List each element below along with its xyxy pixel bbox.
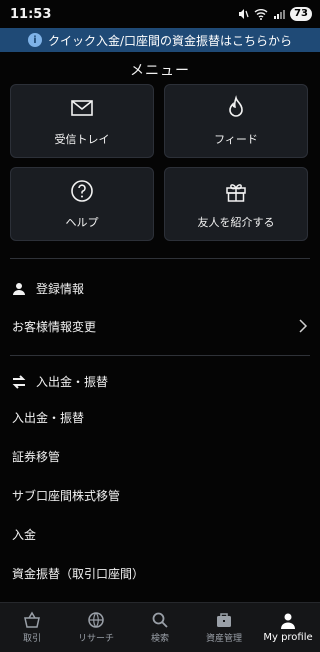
status-bar: 11:53 73 [0, 0, 320, 28]
tab-label: 資産管理 [205, 634, 242, 644]
signal-icon [274, 10, 286, 19]
tab-label: My profile [263, 632, 313, 643]
menu-item-label: 証券移管 [12, 449, 61, 464]
status-time: 11:53 [10, 6, 52, 22]
tile-help-label: ヘルプ [65, 216, 99, 229]
menu-item-securities-transfer[interactable]: 証券移管 [0, 438, 320, 474]
tile-feed[interactable]: フィード [164, 84, 308, 158]
tile-help[interactable]: ヘルプ [10, 167, 154, 241]
page-title: メニュー [130, 63, 190, 79]
mail-icon [71, 100, 93, 116]
person-icon [281, 613, 295, 629]
banner-text: クイック入金/口座間の資金振替はこちらから [47, 33, 293, 48]
status-icons: 73 [237, 7, 312, 21]
menu-item-deposit[interactable]: 入金 [0, 516, 320, 552]
globe-icon [88, 612, 104, 628]
bottom-tab-bar: 取引 リサーチ 検索 資産管理 My profile [0, 602, 320, 652]
menu-item-deposit-withdraw-transfer[interactable]: 入出金・振替 [0, 399, 320, 435]
battery-indicator: 73 [290, 7, 312, 21]
person-icon [13, 282, 25, 295]
tab-research[interactable]: リサーチ [64, 603, 128, 652]
menu-item-label: 入出金・振替 [12, 410, 85, 425]
tab-label: 検索 [150, 634, 169, 644]
divider [10, 258, 310, 259]
menu-item-label: 資金振替（取引口座間） [12, 566, 145, 581]
mute-icon [239, 9, 249, 19]
tab-label: 取引 [22, 634, 41, 644]
tab-trade[interactable]: 取引 [0, 603, 64, 652]
tile-refer-friend-label: 友人を紹介する [197, 216, 275, 229]
menu-item-fund-transfer[interactable]: 資金振替（取引口座間） [0, 555, 320, 591]
menu-item-label: 入金 [12, 527, 37, 542]
search-icon [152, 612, 168, 628]
chevron-right-icon [299, 319, 308, 333]
gift-icon [226, 184, 246, 202]
flame-icon [229, 95, 243, 117]
help-icon [71, 180, 93, 202]
section-registration-header: 登録情報 [12, 280, 84, 297]
quick-deposit-banner[interactable]: i クイック入金/口座間の資金振替はこちらから [0, 28, 320, 52]
divider [10, 355, 310, 356]
tile-inbox[interactable]: 受信トレイ [10, 84, 154, 158]
tile-inbox-label: 受信トレイ [54, 133, 110, 146]
info-icon: i [27, 33, 42, 47]
briefcase-icon [217, 613, 231, 627]
section-transfer-header: 入出金・振替 [12, 373, 108, 390]
menu-item-subaccount-stock-transfer[interactable]: サブ口座間株式移管 [0, 477, 320, 513]
tab-search[interactable]: 検索 [128, 603, 192, 652]
tile-feed-label: フィード [214, 133, 258, 146]
menu-item-label: お客様情報変更 [12, 319, 97, 334]
tab-label: リサーチ [77, 634, 114, 644]
transfer-arrows-icon [12, 374, 26, 389]
section-transfer-title: 入出金・振替 [36, 375, 109, 389]
tile-refer-friend[interactable]: 友人を紹介する [164, 167, 308, 241]
basket-icon [24, 611, 40, 628]
wifi-icon [254, 9, 268, 20]
section-registration-title: 登録情報 [36, 282, 85, 296]
menu-item-customer-info[interactable]: お客様情報変更 [0, 308, 320, 344]
tab-my-profile[interactable]: My profile [256, 603, 320, 652]
tab-asset-management[interactable]: 資産管理 [192, 603, 256, 652]
menu-item-label: サブ口座間株式移管 [12, 488, 121, 503]
